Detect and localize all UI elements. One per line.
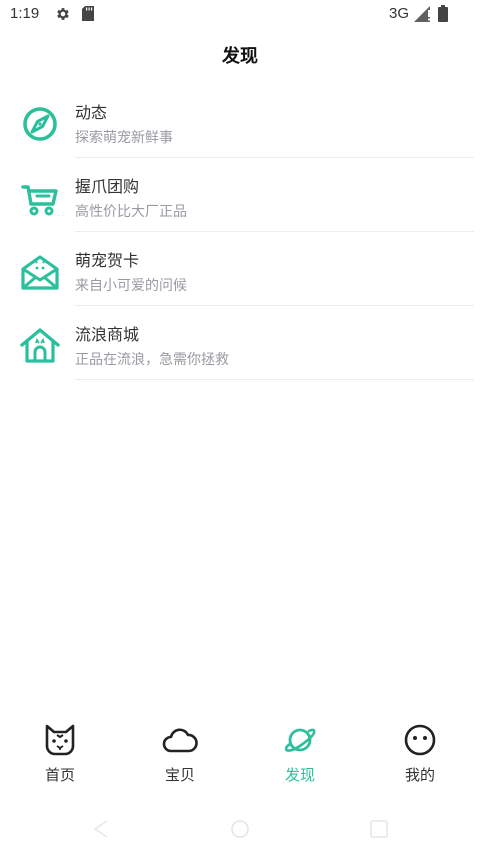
menu-item-subtitle: 正品在流浪，急需你拯救 — [75, 352, 229, 368]
recents-icon[interactable] — [368, 818, 390, 840]
header: 发现 — [0, 40, 480, 74]
tab-home[interactable]: 首页 — [0, 716, 120, 792]
menu-item-title: 握爪团购 — [75, 177, 140, 196]
tab-discover[interactable]: 发现 — [240, 716, 360, 792]
tab-pets[interactable]: 宝贝 — [120, 716, 240, 792]
menu-item-subtitle: 高性价比大厂正品 — [75, 204, 187, 220]
cart-icon — [21, 185, 58, 216]
menu-item-moments[interactable]: 动态 探索萌宠新鲜事 — [0, 88, 480, 162]
envelope-icon — [21, 255, 59, 290]
network-type: 3G — [389, 5, 410, 22]
tab-label: 首页 — [44, 766, 75, 784]
tab-mine[interactable]: 我的 — [360, 716, 480, 792]
face-icon — [404, 724, 436, 756]
signal-icon — [414, 6, 430, 22]
divider — [75, 231, 474, 232]
bottom-tab-bar: 首页 宝贝 发现 我的 — [0, 716, 480, 792]
menu-item-subtitle: 来自小可爱的问候 — [75, 278, 187, 294]
divider — [75, 157, 474, 158]
tab-label: 发现 — [284, 766, 315, 784]
menu-item-greeting-cards[interactable]: 萌宠贺卡 来自小可爱的问候 — [0, 236, 480, 310]
discover-menu: 动态 探索萌宠新鲜事 握爪团购 高性价比大厂正品 萌宠贺卡 来自小可爱的问候 流… — [0, 88, 480, 384]
status-bar: 1:19 3G — [0, 0, 480, 30]
menu-item-group-buy[interactable]: 握爪团购 高性价比大厂正品 — [0, 162, 480, 236]
status-time: 1:19 — [10, 5, 40, 22]
home-button-icon[interactable] — [229, 818, 251, 840]
menu-item-title: 流浪商城 — [75, 325, 140, 344]
planet-icon — [284, 728, 316, 752]
menu-item-subtitle: 探索萌宠新鲜事 — [75, 130, 173, 146]
sd-card-icon — [82, 6, 94, 21]
system-nav-bar — [0, 812, 480, 853]
menu-item-title: 动态 — [75, 103, 108, 122]
cloud-icon — [162, 728, 198, 753]
tab-label: 我的 — [404, 766, 435, 784]
compass-icon — [23, 107, 57, 141]
house-icon — [20, 328, 60, 363]
battery-icon — [438, 5, 448, 22]
menu-item-stray-mall[interactable]: 流浪商城 正品在流浪，急需你拯救 — [0, 310, 480, 384]
gear-icon — [57, 8, 69, 20]
divider — [75, 305, 474, 306]
back-icon[interactable] — [90, 818, 112, 840]
cat-icon — [45, 724, 75, 756]
page-title: 发现 — [222, 46, 258, 67]
divider — [75, 379, 474, 380]
tab-label: 宝贝 — [164, 766, 195, 784]
menu-item-title: 萌宠贺卡 — [75, 251, 140, 270]
